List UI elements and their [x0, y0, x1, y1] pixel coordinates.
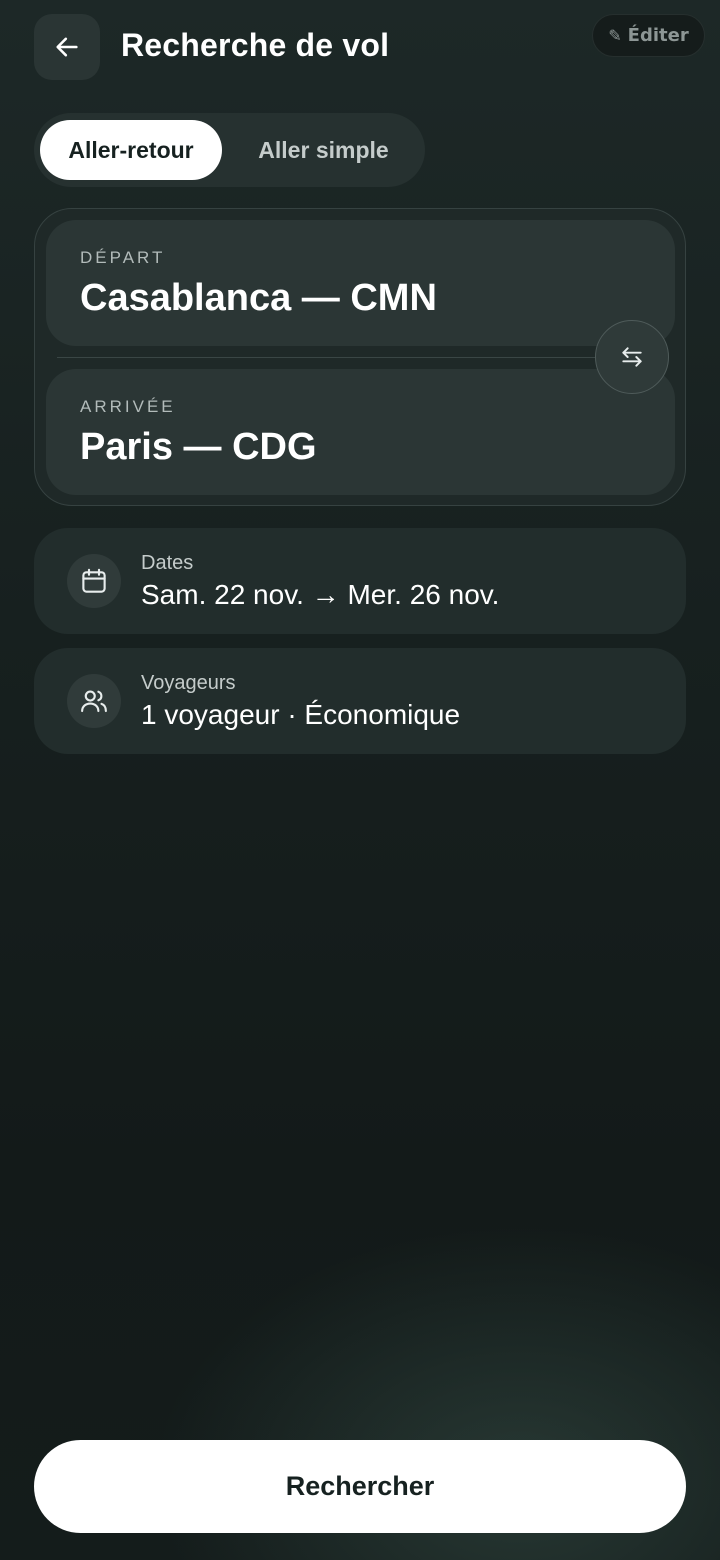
edit-button-label: Éditer	[627, 25, 689, 46]
travelers-row[interactable]: Voyageurs 1 voyageur · Économique	[34, 648, 686, 754]
back-button[interactable]	[34, 14, 100, 80]
dates-value: Sam. 22 nov. → Mer. 26 nov.	[141, 579, 500, 610]
page-title: Recherche de vol	[121, 27, 390, 63]
travelers-value: 1 voyageur · Économique	[141, 699, 461, 730]
route-divider	[57, 357, 597, 358]
pencil-icon: ✎	[608, 26, 622, 45]
swap-airports-button[interactable]	[595, 320, 669, 394]
swap-arrows-icon	[622, 347, 642, 367]
departure-label: DÉPART	[80, 248, 166, 267]
edit-button[interactable]: ✎ Éditer	[592, 14, 705, 57]
arrival-label: ARRIVÉE	[80, 397, 176, 416]
dates-label: Dates	[141, 552, 194, 574]
calendar-icon-wrap	[67, 554, 121, 608]
users-icon-wrap	[67, 674, 121, 728]
users-icon	[81, 690, 107, 713]
departure-value: Casablanca — CMN	[80, 277, 437, 319]
arrival-field[interactable]: ARRIVÉE Paris — CDG	[46, 369, 675, 495]
calendar-icon	[82, 568, 106, 593]
arrival-value: Paris — CDG	[80, 426, 317, 468]
trip-type-round-trip[interactable]: Aller-retour	[40, 120, 222, 180]
search-button[interactable]: Rechercher	[34, 1440, 686, 1533]
travelers-label: Voyageurs	[141, 672, 236, 694]
arrow-left-icon	[56, 37, 78, 57]
route-card: DÉPART Casablanca — CMN ARRIVÉE Paris — …	[34, 208, 686, 506]
dates-row[interactable]: Dates Sam. 22 nov. → Mer. 26 nov.	[34, 528, 686, 634]
trip-type-one-way[interactable]: Aller simple	[222, 120, 419, 180]
departure-field[interactable]: DÉPART Casablanca — CMN	[46, 220, 675, 346]
trip-type-toggle: Aller-retour Aller simple	[34, 113, 425, 187]
